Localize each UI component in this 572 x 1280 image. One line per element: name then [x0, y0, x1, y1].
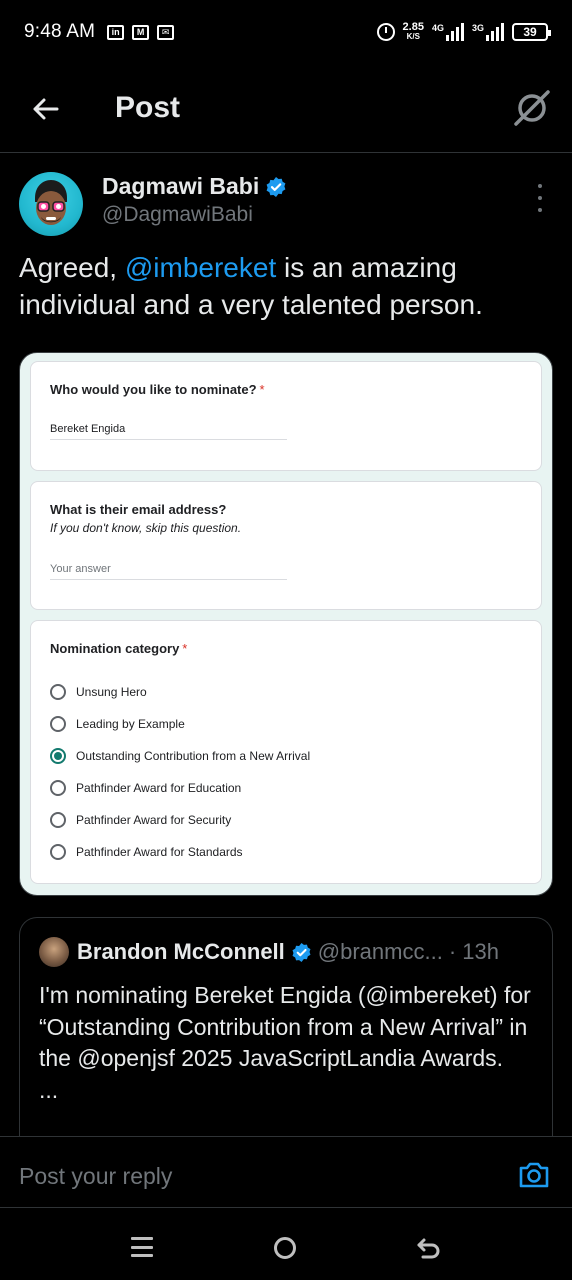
radio-icon — [50, 684, 66, 700]
verified-badge-icon — [292, 942, 311, 962]
radio-option: Pathfinder Award for Security — [50, 804, 522, 836]
menu-line — [131, 1237, 153, 1240]
status-time: 9:48 AM — [24, 21, 96, 42]
quoted-post-ellipsis: ... — [39, 1076, 59, 1103]
page-title: Post — [115, 91, 181, 124]
radio-option: Leading by Example — [50, 708, 522, 740]
menu-line — [131, 1245, 153, 1249]
answer-field: Bereket Engida — [50, 423, 287, 440]
quoted-post[interactable]: Brandon McConnell @branmcc... · 13h I'm … — [19, 917, 553, 1157]
linkedin-icon: in — [107, 24, 125, 40]
system-back-button[interactable] — [416, 1236, 442, 1260]
post-text: Agreed, @imbereket is an amazing individ… — [19, 249, 539, 323]
form-question-category: Nomination category * Unsung Hero Leading… — [30, 620, 542, 884]
quoted-author-name: Brandon McConnell — [77, 939, 285, 964]
verified-badge-icon — [266, 176, 286, 197]
camera-button[interactable] — [518, 1161, 550, 1189]
reply-input[interactable]: Post your reply — [19, 1163, 172, 1190]
reply-bar: Post your reply — [0, 1136, 572, 1208]
radio-icon — [50, 844, 66, 860]
quoted-post-time: · 13h — [448, 939, 499, 964]
required-marker: * — [259, 382, 265, 397]
answer-field: Your answer — [50, 563, 287, 580]
grok-icon — [514, 90, 550, 126]
question-help: If you don't know, skip this question. — [50, 521, 242, 535]
dot — [538, 208, 542, 212]
status-app-icons: in M ✉ — [107, 24, 175, 40]
system-nav-bar — [0, 1208, 572, 1280]
back-button[interactable] — [28, 92, 62, 126]
radio-option: Unsung Hero — [50, 676, 522, 708]
question-title: What is their email address? — [50, 502, 227, 517]
dot — [538, 184, 542, 188]
quoted-post-text: I'm nominating Bereket Engida (@imbereke… — [39, 982, 531, 1103]
form-question-nominee: Who would you like to nominate? * Bereket… — [30, 361, 542, 471]
radio-option: Pathfinder Award for Education — [50, 772, 522, 804]
radio-checked-icon — [50, 748, 66, 764]
question-title: Nomination category * — [50, 641, 188, 656]
menu-line — [131, 1254, 153, 1257]
home-button[interactable] — [274, 1237, 296, 1259]
sim1-label: 4G — [431, 23, 444, 33]
signal-icon-sim2: 3G — [472, 23, 504, 41]
required-marker: * — [182, 641, 188, 656]
recent-apps-button[interactable] — [131, 1237, 153, 1257]
signal-icon-sim1: 4G — [432, 23, 464, 41]
battery-icon: 39 — [512, 23, 551, 41]
network-speed-unit: K/S — [406, 32, 420, 41]
alarm-icon — [376, 23, 395, 41]
radio-icon — [50, 780, 66, 796]
quoted-post-header: Brandon McConnell @branmcc... · 13h — [39, 937, 499, 967]
more-options-button[interactable] — [534, 184, 546, 212]
grok-button[interactable] — [512, 88, 552, 128]
radio-list: Unsung Hero Leading by Example Outstandi… — [50, 676, 522, 868]
radio-option: Pathfinder Award for Standards — [50, 836, 522, 868]
memoji-avatar-icon — [35, 180, 67, 225]
quoted-author-handle: @branmcc... — [317, 939, 443, 964]
back-arrow-icon — [417, 1238, 440, 1259]
status-bar: 9:48 AM in M ✉ 2.85 K/S 4G 3G 39 — [0, 0, 572, 64]
author-avatar[interactable] — [19, 172, 83, 236]
sim2-label: 3G — [471, 23, 484, 33]
post-image[interactable]: Who would you like to nominate? * Bereket… — [19, 352, 553, 896]
status-indicators: 2.85 K/S 4G 3G 39 — [376, 22, 551, 42]
radio-option: Outstanding Contribution from a New Arri… — [50, 740, 522, 772]
network-speed: 2.85 K/S — [403, 22, 424, 42]
form-question-email: What is their email address? If you don'… — [30, 481, 542, 610]
radio-icon — [50, 812, 66, 828]
author-handle[interactable]: @DagmawiBabi — [102, 203, 253, 227]
radio-icon — [50, 716, 66, 732]
mention-link[interactable]: @imbereket — [125, 252, 276, 283]
camera-icon — [519, 1162, 549, 1188]
question-title: Who would you like to nominate? * — [50, 382, 265, 397]
post-text-before: Agreed, — [19, 252, 125, 283]
author-name-row[interactable]: Dagmawi Babi — [102, 173, 287, 200]
mail-icon: ✉ — [157, 24, 175, 40]
arrow-left-icon — [33, 98, 59, 120]
author-name[interactable]: Dagmawi Babi — [102, 173, 259, 200]
quoted-author-avatar — [39, 937, 69, 967]
gmail-icon: M — [132, 24, 150, 40]
dot — [538, 196, 542, 200]
top-bar: Post — [0, 64, 572, 153]
